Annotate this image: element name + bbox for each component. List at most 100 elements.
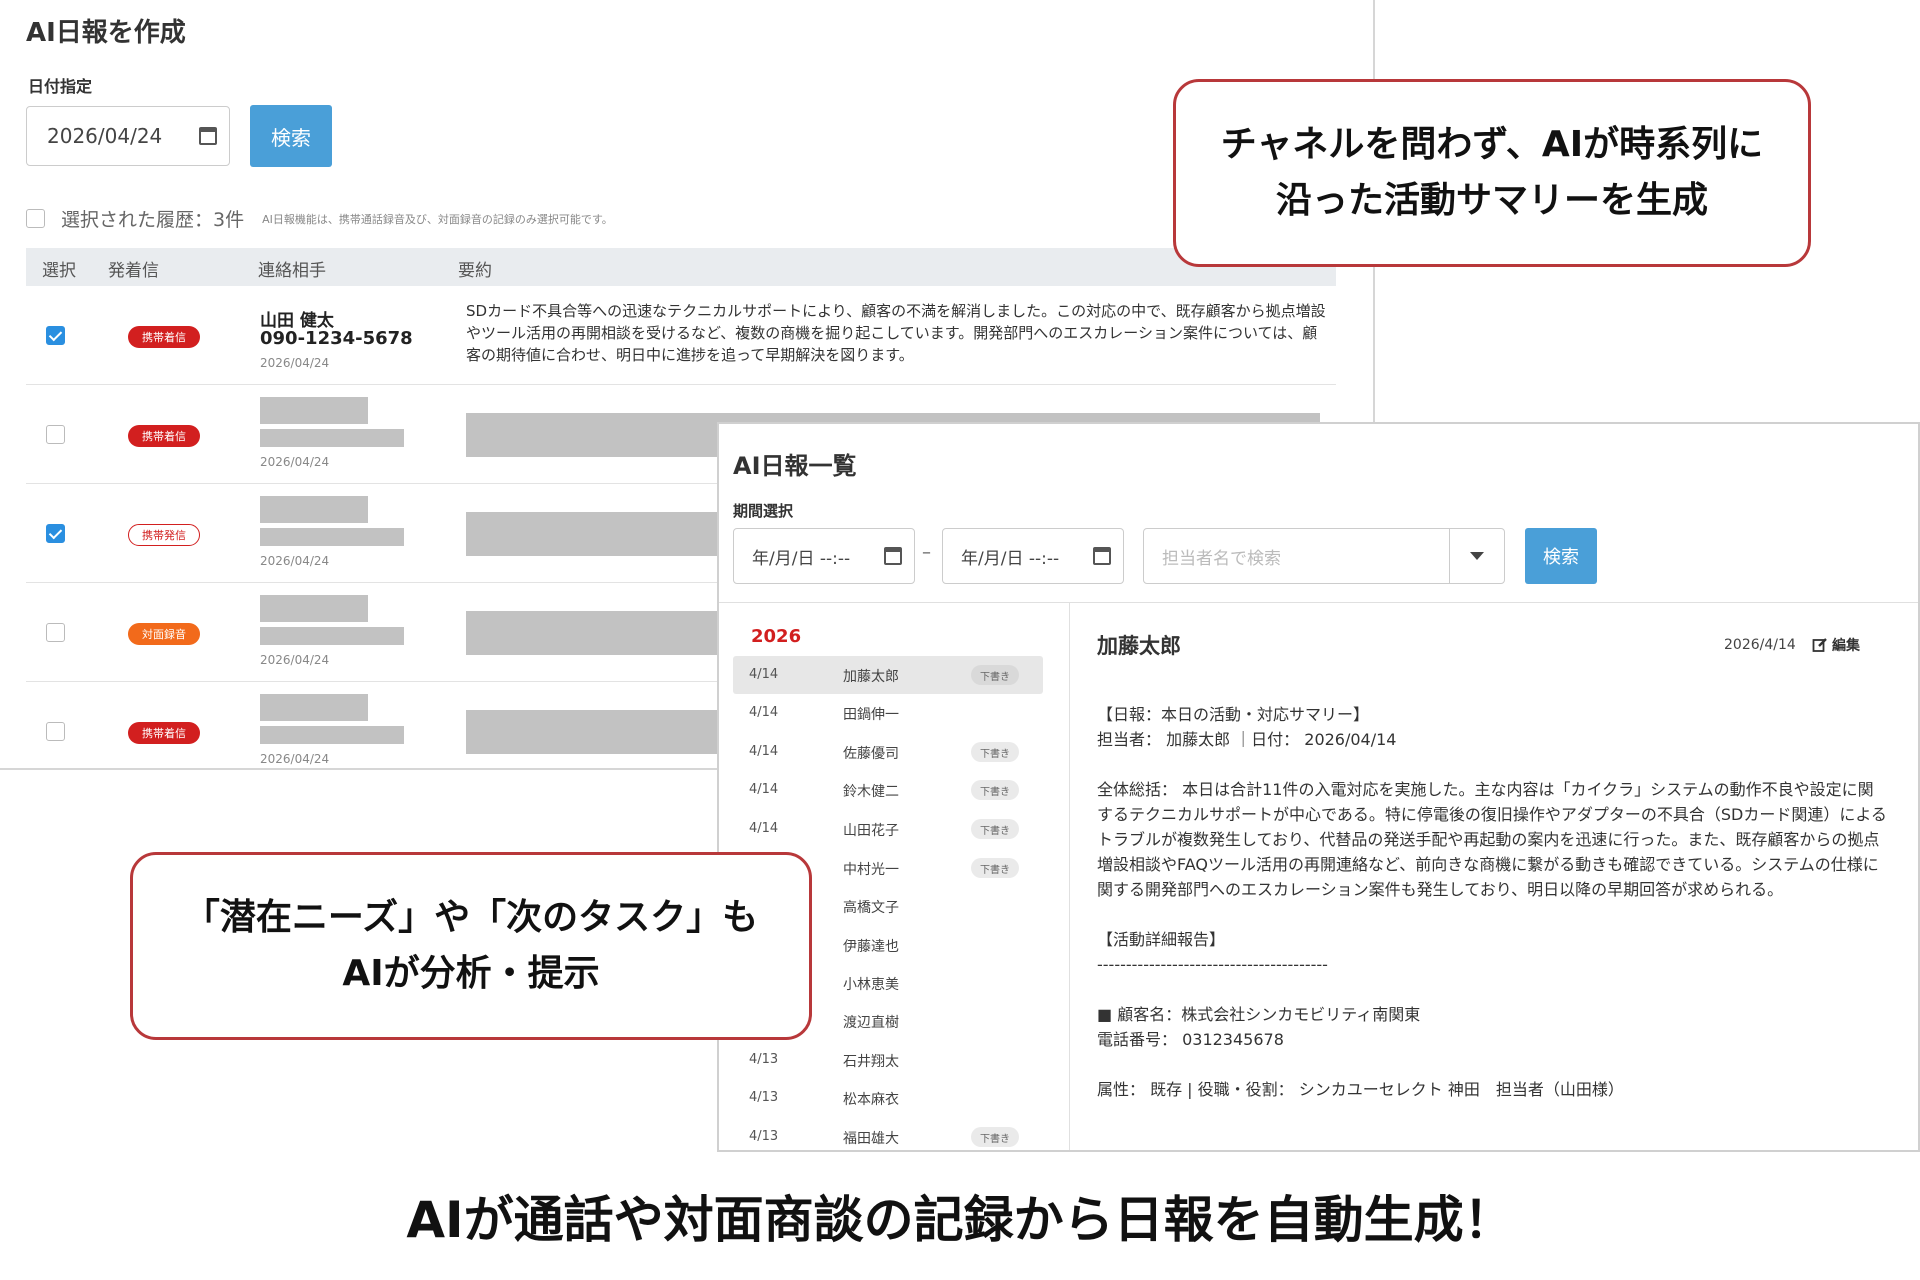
date-to-input[interactable]: 年/月/日 --:--: [942, 528, 1124, 584]
report-line: 【活動詳細報告】: [1097, 930, 1226, 949]
row-checkbox[interactable]: [46, 425, 65, 444]
item-date: 4/13: [749, 1052, 779, 1067]
draft-badge: 下書き: [971, 1127, 1019, 1147]
year-heading: 2026: [751, 626, 802, 647]
draft-badge: 下書き: [971, 858, 1019, 878]
list-item[interactable]: 4/14 加藤太郎 下書き: [733, 656, 1043, 694]
item-name: 渡辺直樹: [843, 1015, 899, 1031]
item-date: 4/14: [749, 821, 779, 836]
divider: [719, 602, 1918, 603]
item-date: 4/13: [749, 1129, 779, 1144]
item-date: 4/14: [749, 667, 779, 682]
date-input[interactable]: 2026/04/24: [26, 106, 230, 166]
range-separator: –: [922, 542, 931, 563]
report-line: 全体総括： 本日は合計11件の入電対応を実施した。主な内容は「カイクラ」システム…: [1097, 780, 1887, 899]
table-row[interactable]: 携帯着信 山田 健太 090-1234-5678 2026/04/24 SDカー…: [26, 286, 1336, 385]
row-checkbox[interactable]: [46, 524, 65, 543]
redacted-phone: [260, 429, 404, 447]
list-item[interactable]: 4/13 松本麻衣: [733, 1079, 1043, 1117]
report-body: 【日報：本日の活動・対応サマリー】 担当者： 加藤太郎 ｜日付： 2026/04…: [1097, 702, 1887, 1102]
column-header-direction: 発着信: [108, 261, 159, 281]
date-from-value: 年/月/日 --:--: [752, 548, 851, 569]
redacted-phone: [260, 627, 404, 645]
row-checkbox[interactable]: [46, 326, 65, 345]
report-list-panel: AI日報一覧 期間選択 年/月/日 --:-- – 年/月/日 --:-- 担当…: [717, 422, 1920, 1152]
report-line: ■ 顧客名：株式会社シンカモビリティ南関東: [1097, 1005, 1421, 1024]
list-item[interactable]: 4/14 田鍋伸一: [733, 694, 1043, 732]
assignee-select[interactable]: 担当者名で検索: [1143, 528, 1505, 584]
item-name: 石井翔太: [843, 1054, 899, 1070]
list-item[interactable]: 4/14 佐藤優司 下書き: [733, 733, 1043, 771]
call-type-badge: 携帯着信: [128, 326, 200, 348]
redacted-phone: [260, 726, 404, 744]
contact-phone: 090-1234-5678: [260, 328, 413, 349]
date-from-input[interactable]: 年/月/日 --:--: [733, 528, 915, 584]
list-item[interactable]: 4/14 鈴木健二 下書き: [733, 771, 1043, 809]
row-summary: SDカード不具合等への迅速なテクニカルサポートにより、顧客の不満を解消しました。…: [466, 302, 1326, 364]
selection-summary: 選択された履歴：3件 AI日報機能は、携帯通話録音及び、対面録音の記録のみ選択可…: [26, 205, 613, 232]
dropdown-toggle[interactable]: [1449, 529, 1504, 583]
chevron-down-icon: [1470, 552, 1484, 560]
column-header-summary: 要約: [458, 261, 492, 281]
edit-button[interactable]: 編集: [1812, 635, 1860, 655]
item-name: 高橋文子: [843, 900, 899, 916]
callout-needs: 「潜在ニーズ」や「次のタスク」も AIが分析・提示: [130, 852, 812, 1040]
list-item[interactable]: 4/13 福田雄大 下書き: [733, 1118, 1043, 1150]
item-name: 加藤太郎: [843, 669, 899, 685]
edit-label: 編集: [1832, 638, 1860, 654]
item-name: 松本麻衣: [843, 1092, 899, 1108]
report-line: 担当者： 加藤太郎 ｜日付： 2026/04/14: [1097, 730, 1397, 749]
item-name: 福田雄大: [843, 1131, 899, 1147]
callout-line: 「潜在ニーズ」や「次のタスク」も: [183, 897, 759, 938]
call-type-badge: 対面録音: [128, 623, 200, 645]
date-value: 2026/04/24: [47, 124, 163, 148]
draft-badge: 下書き: [971, 780, 1019, 800]
list-item[interactable]: 4/14 山田花子 下書き: [733, 810, 1043, 848]
call-type-badge: 携帯発信: [128, 524, 200, 546]
item-name: 佐藤優司: [843, 746, 899, 762]
calendar-icon[interactable]: [199, 127, 217, 145]
search-button[interactable]: 検索: [1525, 528, 1597, 584]
report-line: ----------------------------------------: [1097, 955, 1328, 974]
column-header-select: 選択: [42, 261, 76, 281]
table-header: 選択 発着信 連絡相手 要約: [26, 248, 1336, 286]
item-name: 鈴木健二: [843, 784, 899, 800]
row-checkbox[interactable]: [46, 623, 65, 642]
report-date: 2026/4/14: [1724, 637, 1796, 653]
report-line: 電話番号： 0312345678: [1097, 1030, 1284, 1049]
assignee-placeholder: 担当者名で検索: [1162, 548, 1281, 569]
report-spacer: [1097, 1052, 1887, 1077]
edit-icon: [1812, 638, 1827, 652]
calendar-icon[interactable]: [1093, 547, 1111, 565]
redacted-name: [260, 496, 368, 523]
draft-badge: 下書き: [971, 742, 1019, 762]
search-button[interactable]: 検索: [250, 105, 332, 167]
item-date: 4/14: [749, 782, 779, 797]
callout-line: 沿った活動サマリーを生成: [1275, 180, 1708, 221]
list-item[interactable]: 4/13 石井翔太: [733, 1041, 1043, 1079]
item-date: 4/14: [749, 705, 779, 720]
callout-line: AIが分析・提示: [342, 953, 600, 994]
select-all-checkbox[interactable]: [26, 209, 45, 228]
callout-summary: チャネルを問わず、AIが時系列に 沿った活動サマリーを生成: [1173, 79, 1811, 267]
selection-count: 選択された履歴：3件: [61, 209, 245, 231]
row-date: 2026/04/24: [260, 455, 330, 469]
item-name: 伊藤達也: [843, 939, 899, 955]
column-header-contact: 連絡相手: [258, 261, 326, 281]
report-line: 【日報：本日の活動・対応サマリー】: [1097, 705, 1370, 724]
row-date: 2026/04/24: [260, 554, 330, 568]
footer-caption: AIが通話や対面商談の記録から日報を自動生成！: [406, 1191, 1514, 1249]
row-date: 2026/04/24: [260, 653, 330, 667]
redacted-phone: [260, 528, 404, 546]
report-spacer: [1097, 752, 1887, 777]
report-person-name: 加藤太郎: [1097, 634, 1181, 658]
row-date: 2026/04/24: [260, 356, 330, 370]
date-to-value: 年/月/日 --:--: [961, 548, 1060, 569]
date-label: 日付指定: [28, 77, 93, 96]
draft-badge: 下書き: [971, 819, 1019, 839]
row-date: 2026/04/24: [260, 752, 330, 766]
item-name: 中村光一: [843, 862, 899, 878]
item-date: 4/14: [749, 744, 779, 759]
calendar-icon[interactable]: [884, 547, 902, 565]
row-checkbox[interactable]: [46, 722, 65, 741]
